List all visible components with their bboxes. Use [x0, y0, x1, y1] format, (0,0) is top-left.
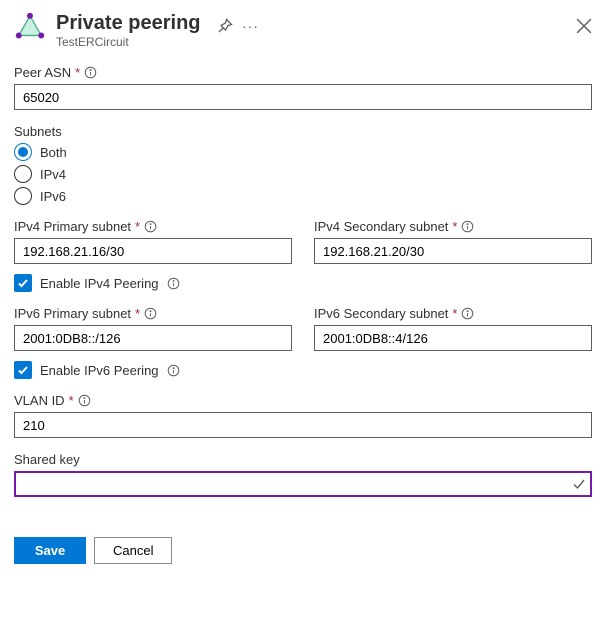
subnets-radio-both[interactable]: Both: [14, 143, 592, 161]
blade-header: Private peering TestERCircuit ···: [14, 12, 592, 49]
subnets-label: Subnets: [14, 124, 62, 139]
vlan-id-input[interactable]: [14, 412, 592, 438]
more-icon[interactable]: ···: [243, 18, 259, 34]
enable-ipv4-label: Enable IPv4 Peering: [40, 276, 159, 291]
radio-icon: [14, 143, 32, 161]
info-icon[interactable]: [144, 220, 157, 233]
vlan-id-group: VLAN ID *: [14, 393, 592, 438]
checkbox-checked-icon: [14, 361, 32, 379]
required-marker: *: [452, 219, 457, 234]
ipv4-primary-input[interactable]: [14, 238, 292, 264]
radio-icon: [14, 165, 32, 183]
enable-ipv6-label: Enable IPv6 Peering: [40, 363, 159, 378]
subnets-radio-ipv4[interactable]: IPv4: [14, 165, 592, 183]
vlan-id-label: VLAN ID: [14, 393, 65, 408]
peer-asn-input[interactable]: [14, 84, 592, 110]
ipv4-secondary-label: IPv4 Secondary subnet: [314, 219, 448, 234]
enable-ipv6-checkbox[interactable]: Enable IPv6 Peering: [14, 361, 292, 379]
enable-ipv4-checkbox[interactable]: Enable IPv4 Peering: [14, 274, 292, 292]
info-icon[interactable]: [461, 220, 474, 233]
cancel-button[interactable]: Cancel: [94, 537, 172, 564]
peering-icon: [15, 13, 45, 43]
info-icon[interactable]: [84, 66, 97, 79]
ipv4-secondary-input[interactable]: [314, 238, 592, 264]
service-logo: [14, 12, 46, 44]
ipv6-primary-input[interactable]: [14, 325, 292, 351]
pin-icon[interactable]: [217, 18, 233, 34]
subnets-group: Subnets Both IPv4 IPv6: [14, 124, 592, 205]
ipv4-subnet-row: IPv4 Primary subnet * Enable IPv4 Peerin…: [14, 219, 592, 292]
info-icon[interactable]: [461, 307, 474, 320]
save-button[interactable]: Save: [14, 537, 86, 564]
page-subtitle: TestERCircuit: [56, 35, 201, 49]
shared-key-label: Shared key: [14, 452, 80, 467]
radio-label: Both: [40, 145, 67, 160]
footer-actions: Save Cancel: [14, 537, 592, 564]
subnets-radio-ipv6[interactable]: IPv6: [14, 187, 592, 205]
required-marker: *: [69, 393, 74, 408]
info-icon[interactable]: [167, 364, 180, 377]
required-marker: *: [75, 65, 80, 80]
radio-label: IPv4: [40, 167, 66, 182]
required-marker: *: [452, 306, 457, 321]
shared-key-input[interactable]: [14, 471, 592, 497]
ipv6-subnet-row: IPv6 Primary subnet * Enable IPv6 Peerin…: [14, 306, 592, 379]
peer-asn-label: Peer ASN: [14, 65, 71, 80]
title-block: Private peering TestERCircuit: [56, 12, 201, 49]
page-title: Private peering: [56, 12, 201, 35]
required-marker: *: [135, 306, 140, 321]
checkbox-checked-icon: [14, 274, 32, 292]
close-icon[interactable]: [576, 18, 592, 34]
radio-icon: [14, 187, 32, 205]
peer-asn-group: Peer ASN *: [14, 65, 592, 110]
info-icon[interactable]: [144, 307, 157, 320]
shared-key-group: Shared key: [14, 452, 592, 497]
info-icon[interactable]: [78, 394, 91, 407]
ipv4-primary-label: IPv4 Primary subnet: [14, 219, 131, 234]
info-icon[interactable]: [167, 277, 180, 290]
ipv6-secondary-input[interactable]: [314, 325, 592, 351]
ipv6-primary-label: IPv6 Primary subnet: [14, 306, 131, 321]
required-marker: *: [135, 219, 140, 234]
ipv6-secondary-label: IPv6 Secondary subnet: [314, 306, 448, 321]
radio-label: IPv6: [40, 189, 66, 204]
